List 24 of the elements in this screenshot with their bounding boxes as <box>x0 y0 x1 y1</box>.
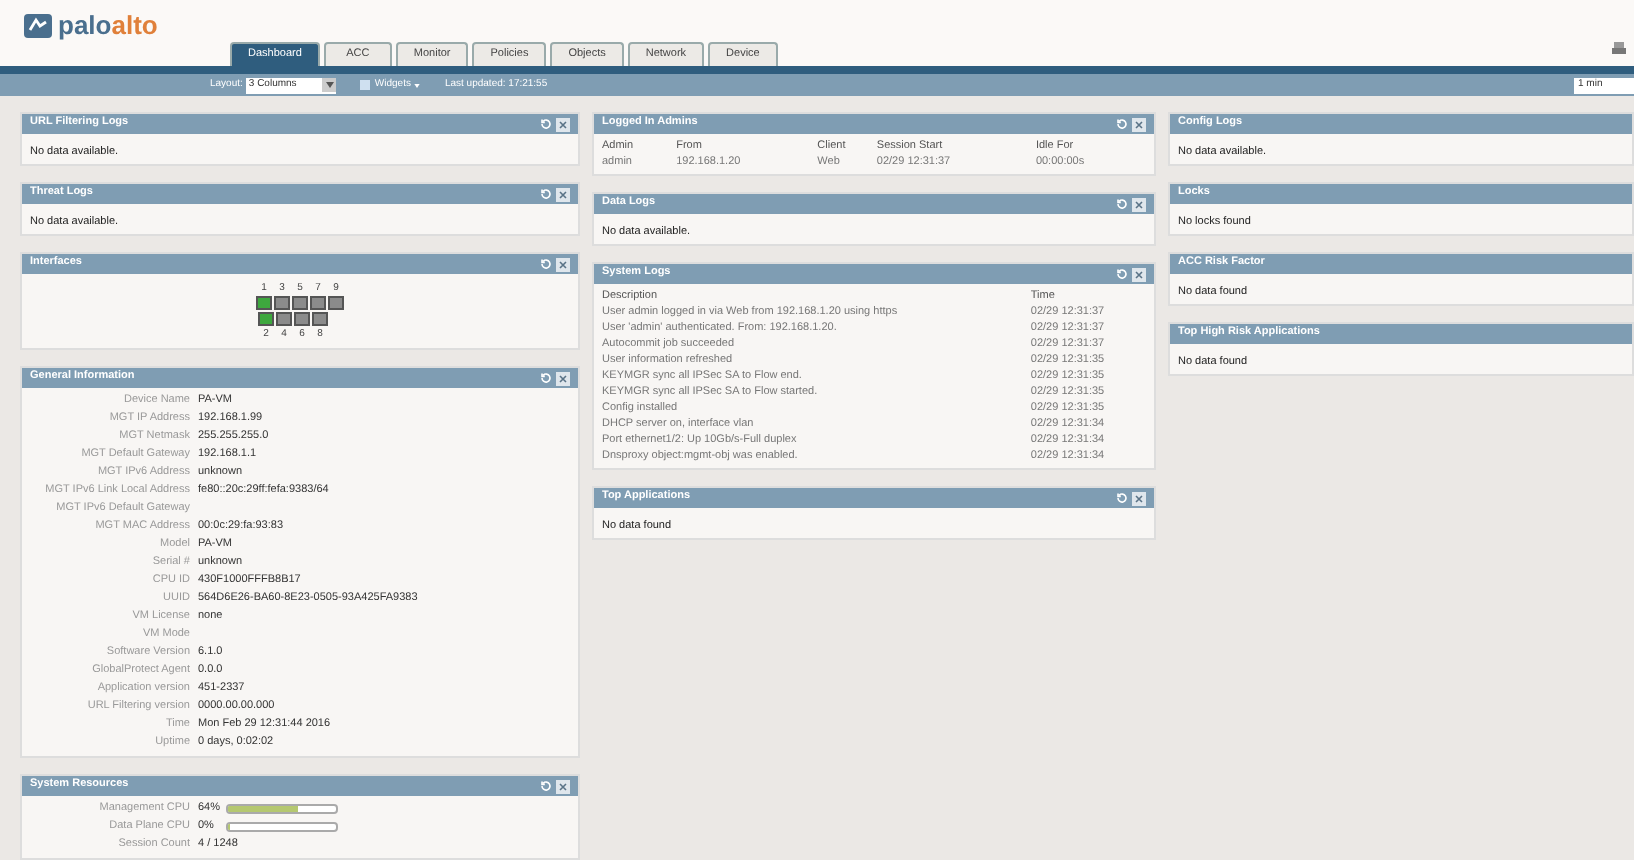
dropdown-icon <box>322 78 337 92</box>
close-icon[interactable] <box>556 779 570 793</box>
close-icon[interactable] <box>556 117 570 131</box>
close-icon[interactable] <box>556 371 570 385</box>
close-icon[interactable] <box>556 187 570 201</box>
refresh-icon[interactable] <box>540 780 552 792</box>
close-icon[interactable] <box>1132 267 1146 281</box>
widgets-icon <box>360 80 371 90</box>
refresh-icon[interactable] <box>540 372 552 384</box>
close-icon[interactable] <box>1132 197 1146 211</box>
refresh-icon[interactable] <box>1116 118 1128 130</box>
refresh-icon[interactable] <box>1116 268 1128 280</box>
close-icon[interactable] <box>1132 491 1146 505</box>
refresh-icon[interactable] <box>540 258 552 270</box>
refresh-icon[interactable] <box>1116 492 1128 504</box>
refresh-icon[interactable] <box>540 188 552 200</box>
logo-icon <box>24 13 52 37</box>
close-icon[interactable] <box>1132 117 1146 131</box>
refresh-icon[interactable] <box>1116 198 1128 210</box>
caret-icon <box>414 83 421 87</box>
logo-text: paloalto <box>58 12 158 38</box>
close-icon[interactable] <box>556 257 570 271</box>
printer-icon[interactable] <box>1612 42 1626 56</box>
refresh-icon[interactable] <box>540 118 552 130</box>
